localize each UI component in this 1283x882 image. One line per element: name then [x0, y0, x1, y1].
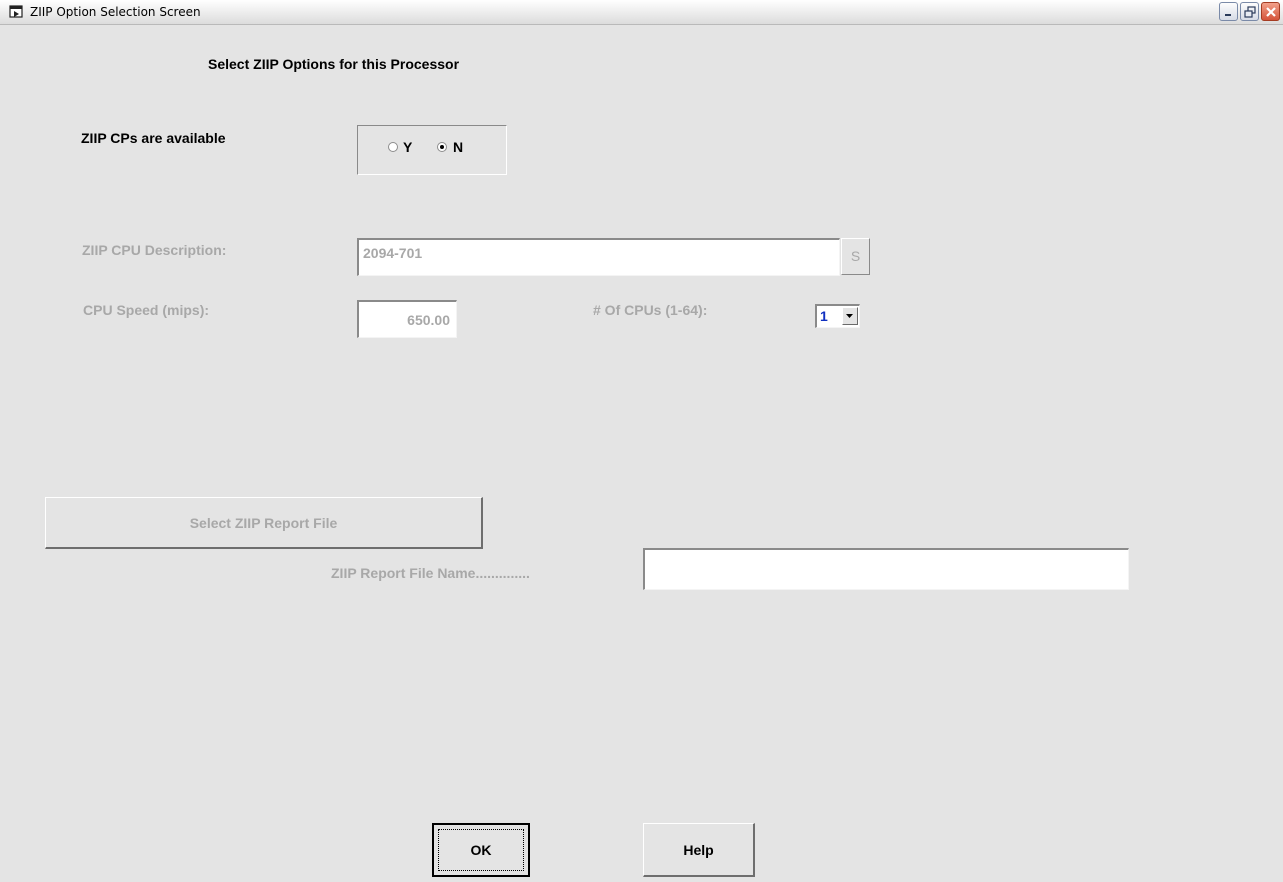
dropdown-button[interactable]	[842, 307, 858, 325]
cpu-description-label: ZIIP CPU Description:	[82, 242, 227, 258]
close-icon	[1266, 7, 1276, 17]
cpu-count-label: # Of CPUs (1-64):	[593, 302, 708, 318]
radio-y[interactable]	[388, 142, 398, 152]
radio-y-label[interactable]: Y	[403, 139, 412, 155]
cpu-count-select[interactable]: 1	[815, 304, 860, 328]
chevron-down-icon	[846, 314, 853, 318]
report-file-name-label: ZIIP Report File Name..............	[331, 565, 530, 581]
cpu-count-value: 1	[820, 308, 828, 324]
availability-radio-group: Y N	[357, 125, 507, 175]
ok-button[interactable]: OK	[432, 823, 530, 877]
radio-selected-dot	[440, 145, 444, 149]
select-report-file-button[interactable]: Select ZIIP Report File	[45, 497, 483, 549]
availability-label: ZIIP CPs are available	[81, 130, 226, 146]
focus-rectangle	[438, 829, 524, 871]
radio-n-label[interactable]: N	[453, 139, 463, 155]
restore-icon	[1244, 6, 1256, 18]
radio-n[interactable]	[437, 142, 447, 152]
app-icon	[9, 5, 23, 18]
minimize-icon	[1225, 14, 1231, 16]
title-bar: ZIIP Option Selection Screen	[0, 0, 1283, 25]
cpu-select-button[interactable]: S	[841, 238, 870, 275]
help-button[interactable]: Help	[643, 823, 755, 877]
restore-button[interactable]	[1240, 2, 1259, 21]
cpu-speed-label: CPU Speed (mips):	[83, 302, 210, 318]
cpu-speed-field[interactable]: 650.00	[357, 300, 457, 338]
page-heading: Select ZIIP Options for this Processor	[208, 56, 460, 72]
close-button[interactable]	[1261, 2, 1280, 21]
window-title: ZIIP Option Selection Screen	[30, 5, 201, 19]
report-file-name-field[interactable]	[643, 548, 1129, 590]
cpu-description-field[interactable]: 2094-701	[357, 238, 840, 276]
minimize-button[interactable]	[1219, 2, 1238, 21]
